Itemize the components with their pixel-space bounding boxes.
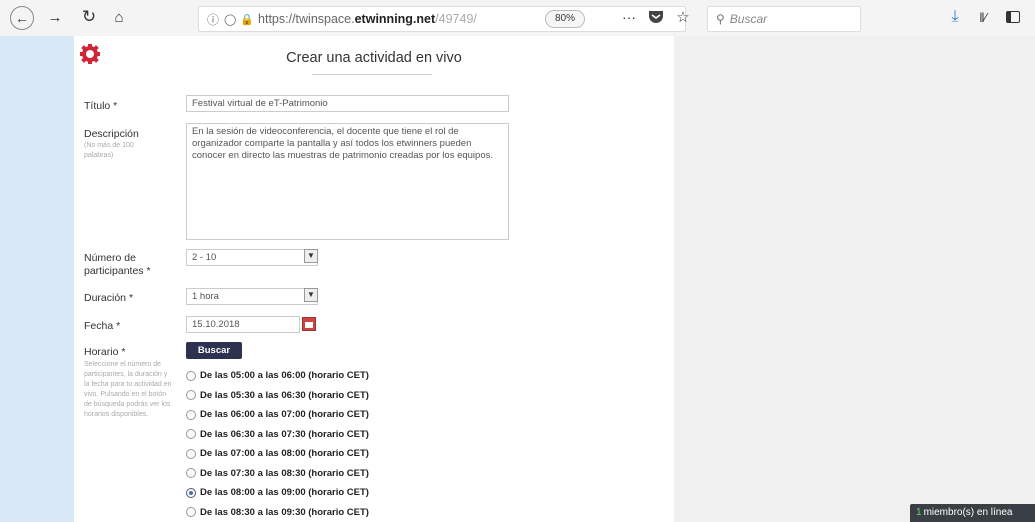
title-divider <box>312 74 432 75</box>
time-slot-label: De las 05:00 a las 06:00 (horario CET) <box>200 370 369 381</box>
info-icon[interactable]: ⓘ <box>207 11 219 28</box>
horario-hint: Seleccione el número de participantes, l… <box>84 361 172 418</box>
browser-toolbar: ← → ↻ ⌂ ⓘ ◯ 🔒 https://twinspace.etwinnin… <box>0 0 1035 36</box>
radio-checked[interactable] <box>186 487 196 498</box>
etwinning-logo-icon <box>80 44 100 64</box>
back-arrow-icon[interactable]: ← <box>10 6 34 30</box>
download-icon[interactable]: ⤓ <box>944 6 966 28</box>
descripcion-label: Descripción <box>84 128 139 140</box>
participantes-label: Número de participantes * <box>84 252 151 277</box>
titulo-label: Título * <box>84 100 118 112</box>
library-icon[interactable]: ‖⁄ <box>972 6 994 28</box>
radio-unchecked[interactable] <box>186 370 196 381</box>
search-icon: ⚲ <box>716 12 725 26</box>
time-slot-label: De las 07:30 a las 08:30 (horario CET) <box>200 467 369 479</box>
time-slot-option[interactable]: De las 06:30 a las 07:30 (horario CET) <box>186 429 369 440</box>
time-slot-label: De las 05:30 a las 06:30 (horario CET) <box>200 389 369 401</box>
bookmark-star-icon[interactable]: ☆ <box>672 6 694 28</box>
fecha-label: Fecha * <box>84 320 121 332</box>
url-text[interactable]: https://twinspace.etwinning.net/49749/ <box>258 12 477 26</box>
buscar-button[interactable]: Buscar <box>186 342 242 359</box>
search-input[interactable]: ⚲ Buscar <box>707 6 861 32</box>
lock-icon: 🔒 <box>240 13 255 26</box>
horario-label: Horario * <box>84 346 126 358</box>
titulo-input[interactable]: Festival virtual de eT-Patrimonio <box>186 95 509 112</box>
pocket-icon[interactable] <box>645 6 667 28</box>
time-slot-label: De las 08:00 a las 09:00 (horario CET) <box>200 487 369 498</box>
duracion-select[interactable]: 1 hora ▼ <box>186 288 318 305</box>
time-slot-option[interactable]: De las 05:00 a las 06:00 (horario CET) <box>186 370 369 381</box>
page-actions-icon[interactable]: ··· <box>618 6 640 28</box>
time-slot-option[interactable]: De las 06:00 a las 07:00 (horario CET) <box>186 409 369 420</box>
time-slot-option[interactable]: De las 07:30 a las 08:30 (horario CET) <box>186 468 369 479</box>
reload-icon[interactable]: ↻ <box>78 6 100 28</box>
zoom-indicator[interactable]: 80% <box>545 10 585 28</box>
time-slot-option[interactable]: De las 08:30 a las 09:30 (horario CET) <box>186 507 369 518</box>
descripcion-textarea[interactable]: En la sesión de videoconferencia, el doc… <box>186 123 509 240</box>
tracking-shield-icon[interactable]: ◯ <box>224 13 236 26</box>
dropdown-arrow-icon[interactable]: ▼ <box>304 288 318 302</box>
sidebar-icon[interactable] <box>1002 6 1024 28</box>
url-bar[interactable]: ⓘ ◯ 🔒 https://twinspace.etwinning.net/49… <box>198 6 686 32</box>
participantes-select[interactable]: 2 - 10 ▼ <box>186 249 318 266</box>
online-members-badge[interactable]: 1 miembro(s) en línea <box>910 504 1035 522</box>
radio-unchecked[interactable] <box>186 390 196 400</box>
radio-unchecked[interactable] <box>186 429 196 439</box>
radio-unchecked[interactable] <box>186 448 196 459</box>
forward-arrow-icon[interactable]: → <box>44 6 66 28</box>
activity-form-page: Crear una actividad en vivo Título * Fes… <box>74 36 674 522</box>
time-slot-label: De las 06:00 a las 07:00 (horario CET) <box>200 409 369 420</box>
time-slot-label: De las 07:00 a las 08:00 (horario CET) <box>200 448 369 459</box>
descripcion-hint: (No más de 100 palabras) <box>84 142 134 159</box>
duracion-label: Duración * <box>84 292 134 304</box>
page-title: Crear una actividad en vivo <box>286 50 462 66</box>
time-slot-option[interactable]: De las 05:30 a las 06:30 (horario CET) <box>186 390 369 401</box>
radio-unchecked[interactable] <box>186 409 196 420</box>
time-slot-option[interactable]: De las 07:00 a las 08:00 (horario CET) <box>186 448 369 459</box>
radio-unchecked[interactable] <box>186 507 196 517</box>
fecha-input[interactable]: 15.10.2018 <box>186 316 300 333</box>
time-slot-option[interactable]: De las 08:00 a las 09:00 (horario CET) <box>186 487 369 498</box>
dropdown-arrow-icon[interactable]: ▼ <box>304 249 318 263</box>
radio-unchecked[interactable] <box>186 468 196 478</box>
calendar-icon[interactable] <box>302 317 316 331</box>
page-background <box>674 36 1035 522</box>
home-icon[interactable]: ⌂ <box>108 6 130 28</box>
time-slot-label: De las 06:30 a las 07:30 (horario CET) <box>200 428 369 440</box>
time-slot-label: De las 08:30 a las 09:30 (horario CET) <box>200 506 369 518</box>
